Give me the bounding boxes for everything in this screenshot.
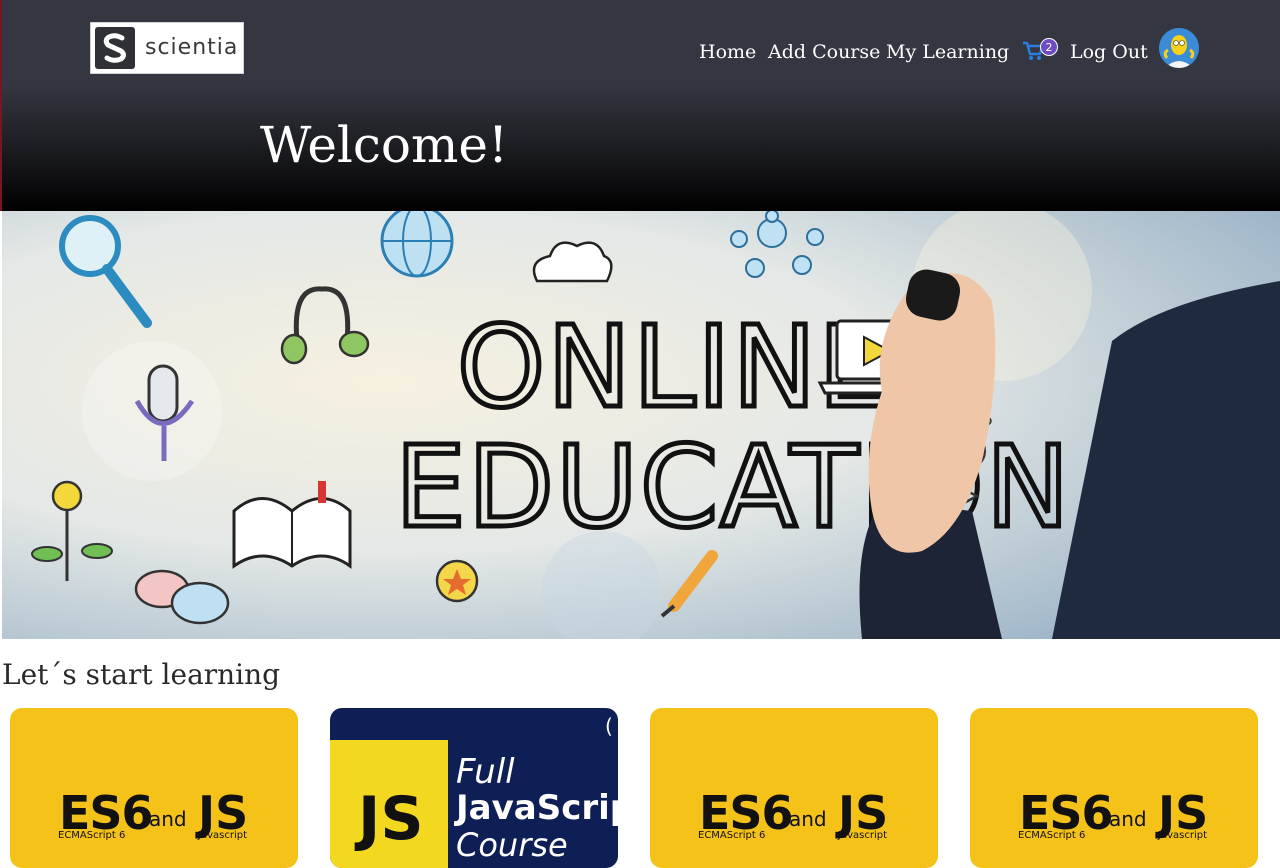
welcome-heading: Welcome! [260, 116, 509, 174]
cart-button[interactable]: 2 [1022, 38, 1060, 66]
hero-banner: ONLINE EDUCATION [2, 211, 1280, 639]
logo-mark-icon [95, 27, 135, 69]
section-title: Let´s start learning [2, 658, 281, 691]
card-title-line1: Full [456, 752, 515, 792]
nav-my-learning[interactable]: My Learning [886, 41, 1009, 63]
cart-count-badge: 2 [1040, 38, 1058, 56]
course-card[interactable]: ES6 and JS ECMAScript 6 Javascript [970, 708, 1258, 868]
card-title-line3: Course [456, 826, 568, 864]
card-sub-left: ECMAScript 6 [1018, 830, 1086, 841]
nav-home[interactable]: Home [699, 41, 756, 63]
globe-icon [380, 211, 454, 278]
card-sub-right: Javascript [1158, 830, 1207, 841]
hero-text-online: ONLINE [457, 303, 891, 433]
card-and-label: and [789, 807, 827, 831]
course-card[interactable]: ES6 and JS ECMAScript 6 Javascript [650, 708, 938, 868]
js-logo-box: JS [330, 740, 448, 868]
site-header: scientia Home Add Course My Learning 2 L… [0, 0, 1280, 211]
card-sub-right: Javascript [198, 830, 247, 841]
card-and-label: and [149, 807, 187, 831]
card-sub-right: Javascript [838, 830, 887, 841]
card-sub-left: ECMAScript 6 [58, 830, 126, 841]
course-card[interactable]: ( JS Full JavaScrip Course [330, 708, 618, 868]
nav-log-out[interactable]: Log Out [1070, 41, 1148, 63]
card-corner-text: ( [605, 714, 613, 738]
logo-text: scientia [145, 35, 239, 60]
scientia-logo[interactable]: scientia [90, 22, 244, 74]
award-badge-icon [435, 559, 479, 603]
js-logo-text: JS [358, 784, 424, 854]
nav-add-course[interactable]: Add Course [768, 41, 880, 63]
user-avatar[interactable] [1159, 28, 1199, 68]
card-and-label: and [1109, 807, 1147, 831]
card-title-line2: JavaScrip [456, 788, 618, 828]
card-sub-left: ECMAScript 6 [698, 830, 766, 841]
course-card[interactable]: ES6 and JS ECMAScript 6 Javascript [10, 708, 298, 868]
